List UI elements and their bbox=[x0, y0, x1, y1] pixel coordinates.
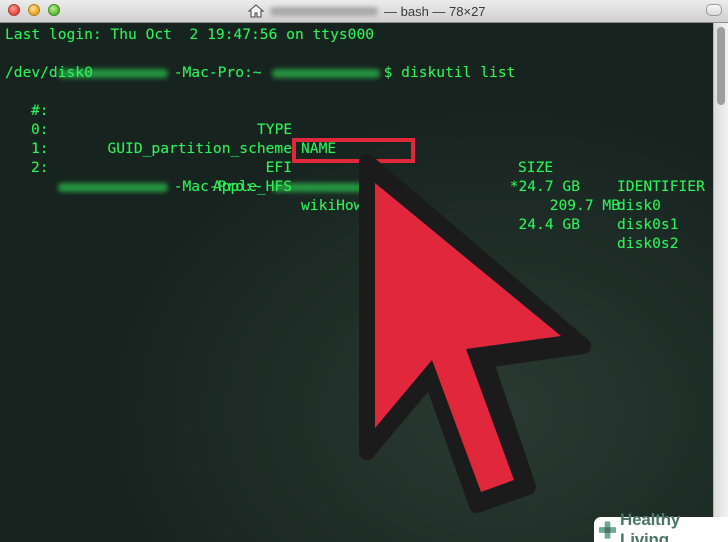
device-line: /dev/disk0 bbox=[5, 64, 93, 81]
partition-identifier: disk0s1 bbox=[617, 216, 679, 233]
window-title: — bash — 78×27 bbox=[384, 3, 486, 19]
header-identifier: IDENTIFIER bbox=[617, 178, 705, 195]
partition-header-row: #: TYPE NAME SIZE IDENTIFIER bbox=[0, 82, 713, 195]
prompt-symbol: $ bbox=[383, 178, 393, 195]
minimize-button[interactable] bbox=[28, 4, 40, 16]
prompt-host: -Mac-Pro:~ bbox=[173, 64, 262, 81]
home-icon bbox=[248, 4, 264, 18]
partition-size: *24.7 GB bbox=[509, 178, 580, 195]
redacted-username bbox=[271, 182, 380, 192]
scrollbar-thumb[interactable] bbox=[717, 27, 725, 105]
prompt-host: -Mac-Pro:~ bbox=[173, 178, 262, 195]
partition-size: 209.7 MB bbox=[549, 197, 620, 214]
partition-row: 1: EFI 209.7 MB disk0s1 bbox=[0, 120, 713, 233]
last-login-line: Last login: Thu Oct 2 19:47:56 on ttys00… bbox=[5, 26, 375, 43]
toolbar-toggle-button[interactable] bbox=[706, 4, 722, 16]
redacted-username bbox=[270, 6, 378, 16]
redacted-hostname bbox=[57, 182, 168, 192]
terminal-window: — bash — 78×27 Last login: Thu Oct 2 19:… bbox=[0, 0, 728, 542]
command-text: $ diskutil list bbox=[383, 64, 516, 81]
partition-name: wikiHow data bbox=[301, 197, 407, 214]
zoom-button[interactable] bbox=[48, 4, 60, 16]
plus-cross-icon bbox=[598, 520, 617, 539]
close-button[interactable] bbox=[8, 4, 20, 16]
redacted-username bbox=[271, 68, 380, 78]
window-title-group: — bash — 78×27 bbox=[248, 2, 486, 20]
partition-identifier: disk0 bbox=[617, 197, 661, 214]
partition-identifier: disk0s2 bbox=[617, 235, 679, 252]
vertical-scrollbar[interactable] bbox=[713, 23, 728, 542]
partition-size: 24.4 GB bbox=[518, 216, 580, 233]
partition-row: 0: GUID_partition_scheme *24.7 GB disk0 bbox=[0, 101, 713, 214]
prompt-line-1: -Mac-Pro:~ $ diskutil list bbox=[5, 44, 515, 81]
terminal-output[interactable]: Last login: Thu Oct 2 19:47:56 on ttys00… bbox=[0, 23, 713, 542]
header-size: SIZE bbox=[518, 159, 554, 176]
healthy-living-logo: Healthy Living bbox=[594, 510, 728, 542]
logo-text: Healthy Living bbox=[620, 509, 681, 542]
title-bar[interactable]: — bash — 78×27 bbox=[0, 0, 728, 23]
volume-name-highlight bbox=[292, 138, 415, 163]
